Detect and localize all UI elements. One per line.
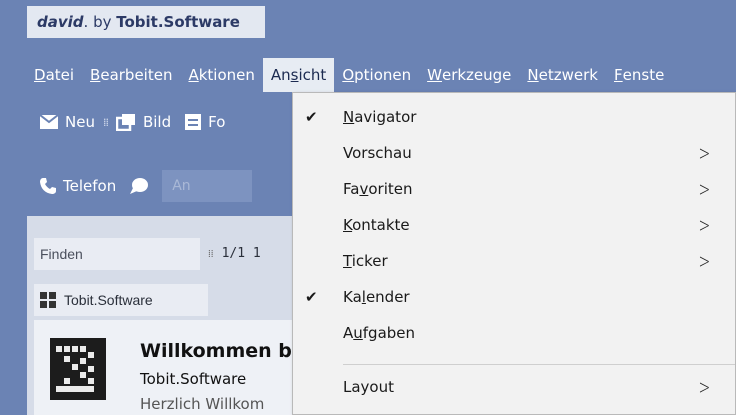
menu-optionen[interactable]: Optionen [334,58,419,92]
app-logo: david. by Tobit.Software [37,13,240,31]
image-icon [115,114,135,131]
menu-item-kalender[interactable]: ✔ Kalender [293,279,735,315]
recipient-input[interactable]: An [162,170,253,202]
message-preview: Herzlich Willkom [140,395,265,413]
menu-werkzeuge[interactable]: Werkzeuge [419,58,519,92]
message-sender: Tobit.Software [140,370,247,388]
menu-item-layout[interactable]: Layout > [293,369,735,405]
ansicht-dropdown-menu: ✔ Navigator Vorschau > Favoriten > Konta… [292,92,736,415]
menu-item-navigator[interactable]: ✔ Navigator [293,99,735,135]
menu-item-vorschau[interactable]: Vorschau > [293,135,735,171]
image-button[interactable]: Bild [115,113,172,131]
form-button[interactable]: Fo [185,113,225,131]
toolbar-row-1: Neu ⁞⁞ Bild Fo [40,113,239,131]
menu-ansicht[interactable]: An s icht [262,58,335,92]
paging-indicator: ⁞⁞ 1/1 1 [208,246,261,261]
menu-aktionen[interactable]: Aktionen [180,58,262,92]
image-button-label: Bild [142,113,172,131]
chevron-right-icon: > [698,177,711,201]
menu-separator [343,364,735,365]
form-button-label: Fo [208,113,226,131]
message-title: Willkommen b [140,340,292,362]
new-button-label: Neu [65,113,95,131]
envelope-icon [40,115,58,129]
form-icon [185,114,202,130]
menu-item-kontakte[interactable]: Kontakte > [293,207,735,243]
chevron-right-icon: > [698,213,711,237]
menu-item-aufgaben[interactable]: Aufgaben [293,315,735,351]
phone-button[interactable]: Telefon [40,177,116,195]
app-logo-tab: david. by Tobit.Software [27,6,265,38]
menu-netzwerk[interactable]: Netzwerk [519,58,606,92]
menu-item-ticker[interactable]: Ticker > [293,243,735,279]
checkmark-icon: ✔ [305,108,318,126]
tobit-logo-icon [50,338,106,400]
menu-item-favoriten[interactable]: Favoriten > [293,171,735,207]
phone-icon [40,178,56,194]
folder-chip[interactable]: Tobit.Software [34,284,208,316]
folder-name: Tobit.Software [64,292,153,308]
chat-button[interactable] [130,178,149,194]
grid-icon [40,292,56,308]
new-dropdown-grip[interactable]: ⁞⁞ [103,116,109,129]
menu-fenster[interactable]: Fenste [606,58,672,92]
message-list-item[interactable]: Willkommen b Tobit.Software Herzlich Wil… [34,320,307,415]
chevron-right-icon: > [698,141,711,165]
search-input[interactable]: Finden [34,238,200,270]
grip-icon[interactable]: ⁞⁞ [208,249,214,260]
phone-button-label: Telefon [63,177,117,195]
chat-bubble-icon [130,178,149,194]
menu-bar: Datei Bearbeiten Aktionen An s icht Option… [26,58,736,92]
chevron-right-icon: > [698,249,711,273]
checkmark-icon: ✔ [305,288,318,306]
new-button[interactable]: Neu [40,113,95,131]
menu-bearbeiten[interactable]: Bearbeiten [82,58,180,92]
menu-datei[interactable]: Datei [26,58,82,92]
chevron-right-icon: > [698,375,711,399]
toolbar-row-2: Telefon An [40,170,253,202]
